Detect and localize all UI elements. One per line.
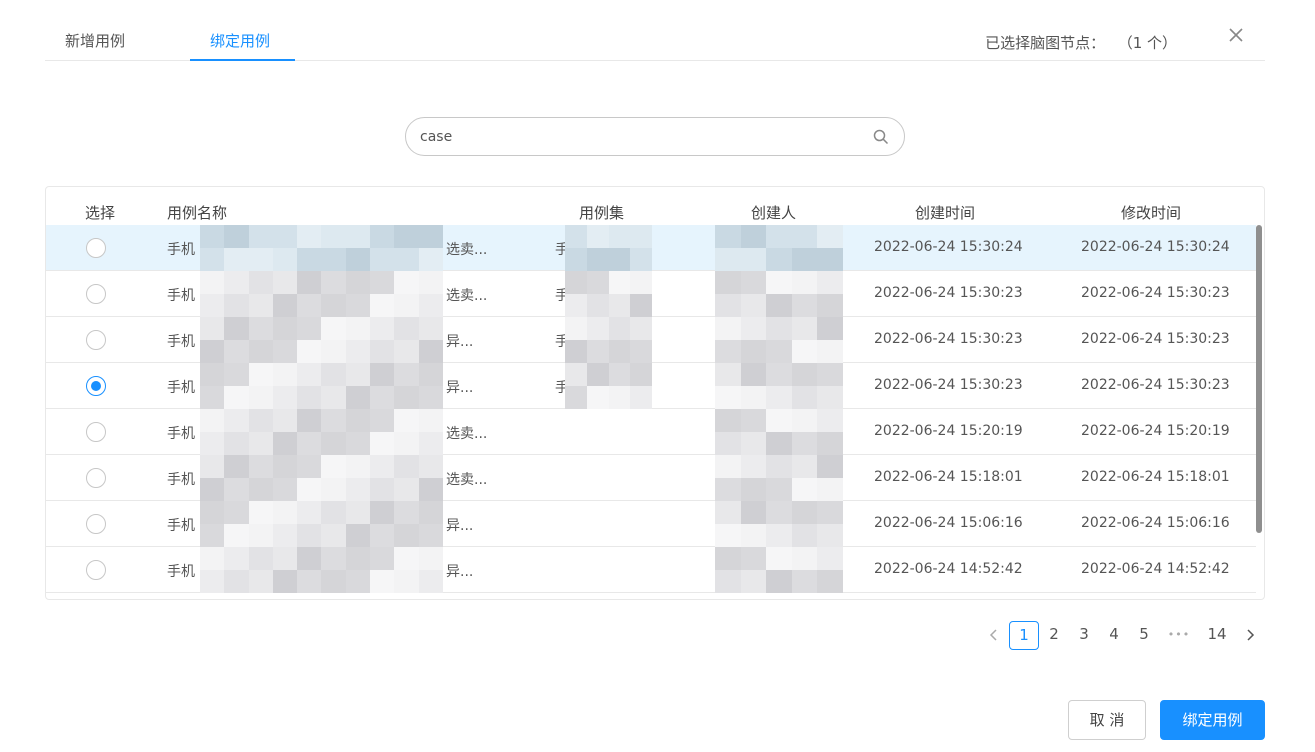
search-icon[interactable] — [873, 129, 889, 145]
created-time: 2022-06-24 15:06:16 — [874, 515, 1023, 531]
table-row[interactable]: 手机 异... 手 2022-06-24 15:30:23 2022-06-24 15:… — [46, 317, 1256, 363]
page-2[interactable]: 2 — [1046, 621, 1062, 650]
case-table: 选择 用例名称 用例集 创建人 创建时间 修改时间 手机 选卖... 手 2022-0… — [45, 186, 1265, 600]
row-select-radio[interactable] — [86, 422, 106, 442]
table-row[interactable]: 手机 异... 2022-06-24 15:06:16 2022-06-24 15:0… — [46, 501, 1256, 547]
row-select-radio[interactable] — [86, 330, 106, 350]
redacted-creator — [715, 363, 843, 409]
redacted-case-name — [200, 501, 443, 547]
close-icon[interactable] — [1227, 26, 1245, 44]
modified-time: 2022-06-24 15:30:23 — [1081, 377, 1230, 393]
page-last[interactable]: 14 — [1204, 621, 1230, 650]
redacted-case-set — [565, 225, 652, 271]
created-time: 2022-06-24 15:30:23 — [874, 285, 1023, 301]
row-select-radio[interactable] — [86, 514, 106, 534]
redacted-creator — [715, 409, 843, 455]
created-time: 2022-06-24 15:18:01 — [874, 469, 1023, 485]
case-name-suffix: 异... — [446, 564, 474, 580]
table-row[interactable]: 手机 异... 2022-06-24 14:52:42 2022-06-24 14:5… — [46, 547, 1256, 593]
tab-bind-case[interactable]: 绑定用例 — [210, 30, 270, 51]
created-time: 2022-06-24 15:20:19 — [874, 423, 1023, 439]
active-tab-indicator — [190, 59, 295, 61]
case-name-suffix: 异... — [446, 380, 474, 396]
case-name-prefix: 手机 — [167, 472, 195, 488]
case-name-prefix: 手机 — [167, 288, 195, 304]
modified-time: 2022-06-24 14:52:42 — [1081, 561, 1230, 577]
col-case-set: 用例集 — [579, 204, 625, 222]
col-created-time: 创建时间 — [915, 204, 976, 222]
case-name-suffix: 选卖... — [446, 288, 488, 304]
next-page-icon[interactable] — [1243, 628, 1257, 642]
table-row[interactable]: 手机 选卖... 手 2022-06-24 15:30:24 2022-06-24 15… — [46, 225, 1256, 271]
redacted-creator — [715, 455, 843, 501]
redacted-creator — [715, 271, 843, 317]
created-time: 2022-06-24 15:30:23 — [874, 331, 1023, 347]
page-1[interactable]: 1 — [1009, 621, 1039, 650]
col-case-name: 用例名称 — [167, 204, 228, 222]
created-time: 2022-06-24 15:30:23 — [874, 377, 1023, 393]
redacted-case-name — [200, 271, 443, 317]
row-select-radio[interactable] — [86, 284, 106, 304]
modified-time: 2022-06-24 15:06:16 — [1081, 515, 1230, 531]
case-name-prefix: 手机 — [167, 380, 195, 396]
case-name-suffix: 选卖... — [446, 472, 488, 488]
created-time: 2022-06-24 14:52:42 — [874, 561, 1023, 577]
redacted-case-name — [200, 547, 443, 593]
row-select-radio[interactable] — [86, 468, 106, 488]
table-row[interactable]: 手机 异... 手 2022-06-24 15:30:23 2022-06-24 15:… — [46, 363, 1256, 409]
redacted-case-name — [200, 455, 443, 501]
tab-bar: 新增用例 绑定用例 已选择脑图节点： （1 个） — [45, 22, 1265, 61]
modified-time: 2022-06-24 15:30:23 — [1081, 331, 1230, 347]
page-3[interactable]: 3 — [1076, 621, 1092, 650]
redacted-case-name — [200, 409, 443, 455]
redacted-creator — [715, 547, 843, 593]
redacted-case-name — [200, 317, 443, 363]
table-row[interactable]: 手机 选卖... 2022-06-24 15:20:19 2022-06-24 15:… — [46, 409, 1256, 455]
prev-page-icon[interactable] — [987, 628, 1001, 642]
case-name-suffix: 选卖... — [446, 242, 488, 258]
case-name-prefix: 手机 — [167, 564, 195, 580]
modified-time: 2022-06-24 15:30:24 — [1081, 239, 1230, 255]
table-header: 选择 用例名称 用例集 创建人 创建时间 修改时间 — [46, 187, 1256, 225]
redacted-case-name — [200, 225, 443, 271]
row-select-radio[interactable] — [86, 238, 106, 258]
selected-nodes-label: 已选择脑图节点： — [985, 34, 1106, 52]
search-box — [405, 117, 905, 156]
bind-case-button[interactable]: 绑定用例 — [1160, 700, 1265, 740]
created-time: 2022-06-24 15:30:24 — [874, 239, 1023, 255]
page-4[interactable]: 4 — [1106, 621, 1122, 650]
search-input[interactable] — [420, 118, 860, 155]
case-name-prefix: 手机 — [167, 426, 195, 442]
redacted-case-set — [565, 363, 652, 409]
table-scrollbar[interactable] — [1256, 225, 1262, 533]
redacted-creator — [715, 501, 843, 547]
case-name-prefix: 手机 — [167, 518, 195, 534]
table-row[interactable]: 手机 选卖... 手 2022-06-24 15:30:23 2022-06-24 15… — [46, 271, 1256, 317]
selected-nodes-info: 已选择脑图节点： （1 个） — [985, 32, 1177, 53]
col-select: 选择 — [85, 204, 116, 222]
page-ellipsis[interactable]: ••• — [1164, 621, 1194, 650]
case-name-prefix: 手机 — [167, 242, 195, 258]
tab-add-case[interactable]: 新增用例 — [65, 30, 125, 51]
modified-time: 2022-06-24 15:30:23 — [1081, 285, 1230, 301]
case-name-suffix: 异... — [446, 518, 474, 534]
col-creator: 创建人 — [751, 204, 797, 222]
case-name-suffix: 异... — [446, 334, 474, 350]
page-5[interactable]: 5 — [1136, 621, 1152, 650]
redacted-case-set — [565, 317, 652, 363]
redacted-creator — [715, 225, 843, 271]
case-name-prefix: 手机 — [167, 334, 195, 350]
cancel-button[interactable]: 取 消 — [1068, 700, 1146, 740]
row-select-radio[interactable] — [86, 376, 106, 396]
row-select-radio[interactable] — [86, 560, 106, 580]
col-modified-time: 修改时间 — [1121, 204, 1182, 222]
case-name-suffix: 选卖... — [446, 426, 488, 442]
modified-time: 2022-06-24 15:18:01 — [1081, 469, 1230, 485]
redacted-creator — [715, 317, 843, 363]
selected-nodes-count: （1 个） — [1125, 34, 1177, 52]
redacted-case-set — [565, 271, 652, 317]
redacted-case-name — [200, 363, 443, 409]
modified-time: 2022-06-24 15:20:19 — [1081, 423, 1230, 439]
table-row[interactable]: 手机 选卖... 2022-06-24 15:18:01 2022-06-24 15:… — [46, 455, 1256, 501]
